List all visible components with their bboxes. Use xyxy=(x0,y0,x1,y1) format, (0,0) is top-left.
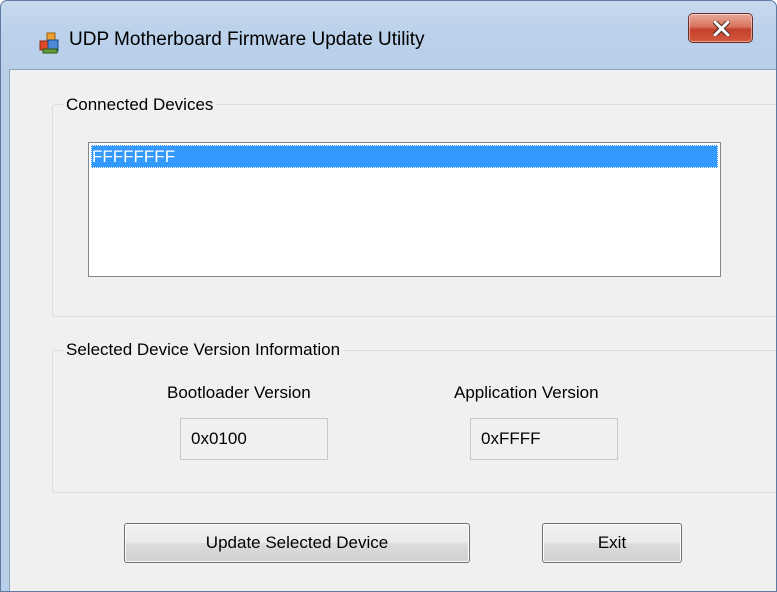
bootloader-version-value: 0x0100 xyxy=(191,429,247,448)
close-icon xyxy=(713,21,730,36)
device-list-item-text: FFFFFFFF xyxy=(92,147,176,166)
app-window: UDP Motherboard Firmware Update Utility … xyxy=(0,0,777,592)
close-button[interactable] xyxy=(688,13,753,43)
window-title: UDP Motherboard Firmware Update Utility xyxy=(69,29,425,50)
application-version-value: 0xFFFF xyxy=(481,429,541,448)
bootloader-version-field: 0x0100 xyxy=(180,418,328,460)
version-info-group xyxy=(52,350,776,493)
title-bar[interactable]: UDP Motherboard Firmware Update Utility xyxy=(1,1,776,69)
device-list-item[interactable]: FFFFFFFF xyxy=(91,145,718,168)
client-area: Connected Devices FFFFFFFF Selected Devi… xyxy=(9,69,776,591)
connected-devices-label: Connected Devices xyxy=(63,95,217,115)
application-version-label: Application Version xyxy=(454,383,599,402)
application-version-field: 0xFFFF xyxy=(470,418,618,460)
exit-button[interactable]: Exit xyxy=(542,523,682,563)
bootloader-version-label: Bootloader Version xyxy=(167,383,311,402)
update-selected-device-button[interactable]: Update Selected Device xyxy=(124,523,470,563)
application-icon[interactable] xyxy=(38,32,60,54)
version-info-label: Selected Device Version Information xyxy=(63,340,344,360)
device-list[interactable]: FFFFFFFF xyxy=(88,142,721,277)
